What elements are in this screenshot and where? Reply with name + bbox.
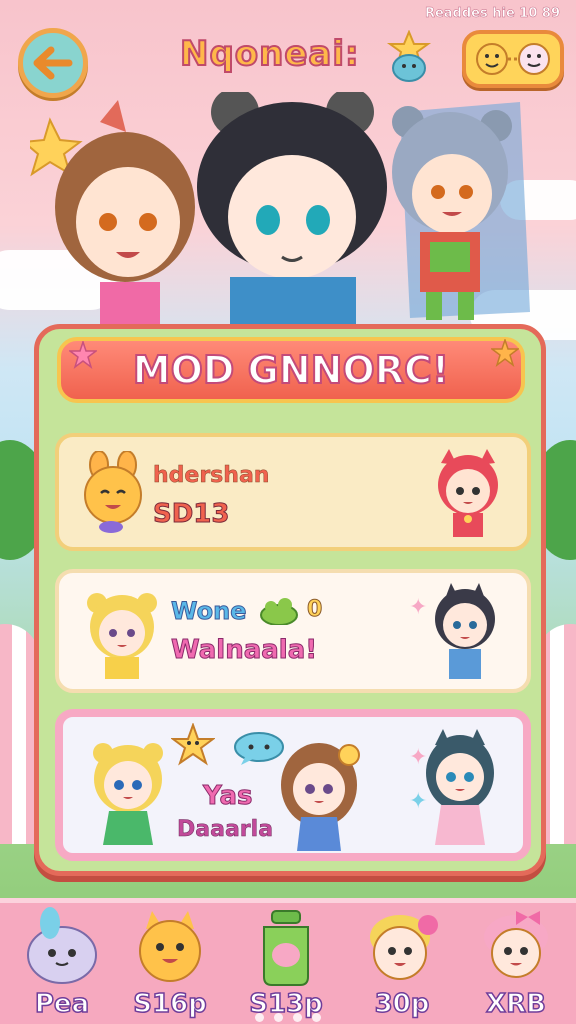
dark-hair-boy-icon xyxy=(435,583,495,679)
panel-banner-title: MOD GNNORC! xyxy=(132,347,450,393)
red-cat-girl-icon xyxy=(438,449,498,537)
card-1-name: hdershan xyxy=(153,463,270,489)
yellow-star-creature-icon xyxy=(171,723,215,766)
bunny-mascot-icon xyxy=(84,451,142,533)
main-panel: MOD GNNORC! hdershan SD13 Wone 0 Walnaal… xyxy=(34,324,546,876)
card-2-name: Wone xyxy=(170,597,247,626)
orange-star-icon xyxy=(491,339,519,367)
page-title: Nqoneai: xyxy=(179,33,360,75)
corner-status-text: Readdes hie 10 89 xyxy=(424,6,561,22)
panel-banner: MOD GNNORC! xyxy=(57,337,525,403)
card-2-badge: 0 xyxy=(306,597,323,623)
cat-pet-icon xyxy=(139,911,201,982)
card-3-subtitle: Daaarla xyxy=(177,817,274,843)
page-dots xyxy=(0,1013,576,1022)
back-arrow-icon xyxy=(33,46,73,80)
chibi-flower-icon xyxy=(370,915,438,980)
card-3-name: Yas xyxy=(202,781,253,812)
pink-star-icon xyxy=(69,341,97,369)
potion-jar-icon xyxy=(263,910,309,986)
card-1-code: SD13 xyxy=(153,499,230,530)
blonde-bear-girl-icon xyxy=(87,593,157,679)
bottom-nav-item-1[interactable]: Pea xyxy=(12,907,112,1023)
green-slime-icon xyxy=(260,598,298,625)
blue-creature-icon xyxy=(386,30,432,82)
profile-button[interactable] xyxy=(462,30,564,88)
bottom-nav: Pea S16p S13p 30p XRB xyxy=(0,898,576,1024)
bottom-nav-item-4[interactable]: 30p xyxy=(352,913,452,1023)
hero-characters-illustration xyxy=(30,92,530,327)
blonde-girl-green-dress-icon xyxy=(93,743,163,845)
friends-faces-icon xyxy=(476,43,550,75)
back-button[interactable] xyxy=(18,28,88,98)
seal-pet-icon xyxy=(27,907,97,984)
brown-hair-girl-icon xyxy=(281,743,360,851)
event-card-2[interactable]: Wone 0 Walnaala! ✦ xyxy=(55,569,531,693)
teal-cat-girl-icon xyxy=(426,729,494,845)
chibi-bow-icon xyxy=(484,911,548,978)
event-card-3[interactable]: Yas Daaarla ✦ ✦ xyxy=(55,709,531,861)
event-card-1[interactable]: hdershan SD13 xyxy=(55,433,531,551)
card-2-subtitle: Walnaala! xyxy=(170,635,318,666)
bottom-nav-item-2[interactable]: S16p xyxy=(120,911,220,1023)
bottom-nav-item-5[interactable]: XRB xyxy=(466,911,566,1023)
bottom-nav-item-3[interactable]: S13p xyxy=(236,910,336,1023)
